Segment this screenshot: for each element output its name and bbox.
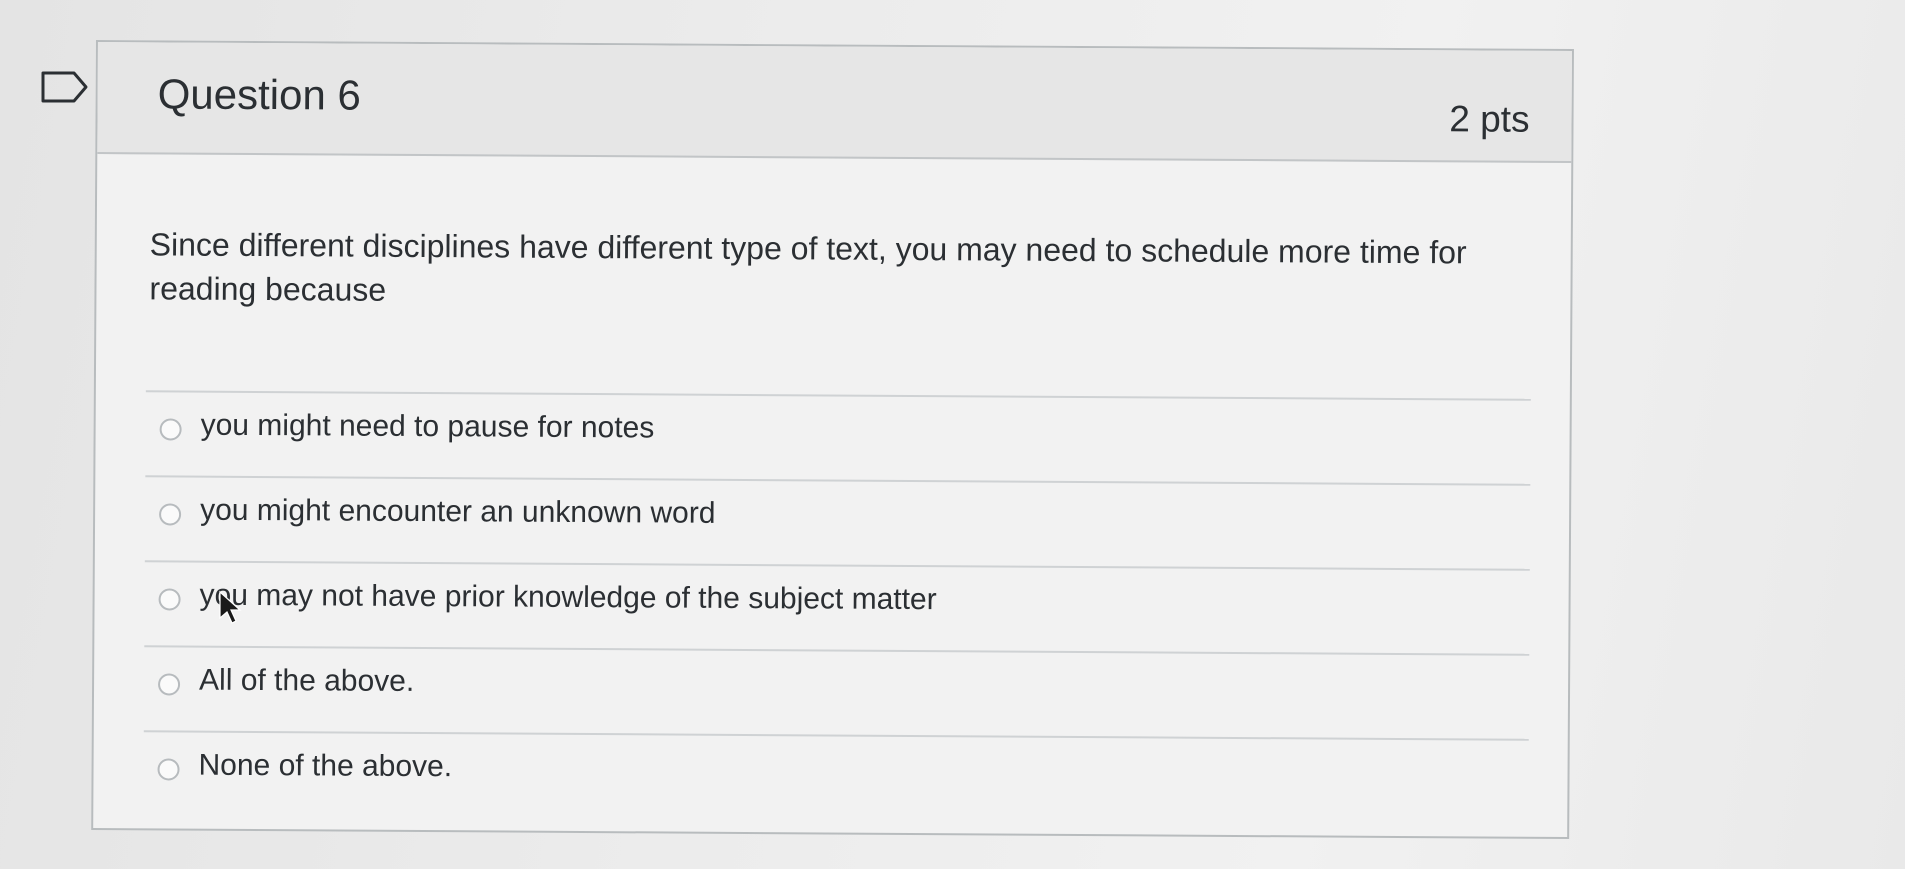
answer-option[interactable]: you might need to pause for notes xyxy=(145,390,1531,484)
answer-option[interactable]: None of the above. xyxy=(143,730,1529,824)
mouse-pointer-icon xyxy=(219,590,242,624)
radio-button-icon[interactable] xyxy=(158,588,181,611)
answer-list: you might need to pause for notes you mi… xyxy=(143,390,1531,824)
answer-option[interactable]: All of the above. xyxy=(143,645,1530,739)
answer-label[interactable]: All of the above. xyxy=(199,664,414,699)
question-points: 2 pts xyxy=(1449,98,1530,140)
question-title: Question 6 xyxy=(157,70,361,119)
radio-button-icon[interactable] xyxy=(157,673,181,696)
question-card: Question 6 2 pts Since different discipl… xyxy=(91,40,1574,840)
answer-label[interactable]: you might need to pause for notes xyxy=(201,409,655,446)
question-text: Since different disciplines have differe… xyxy=(149,226,1467,308)
radio-button-icon[interactable] xyxy=(159,503,182,526)
answer-option[interactable]: you might encounter an unknown word xyxy=(144,475,1531,569)
answer-label[interactable]: you may not have prior knowledge of the … xyxy=(200,579,937,618)
radio-button-icon[interactable] xyxy=(157,758,180,781)
radio-button-icon[interactable] xyxy=(159,418,182,441)
answer-option[interactable]: you may not have prior knowledge of the … xyxy=(144,560,1530,654)
answer-label[interactable]: you might encounter an unknown word xyxy=(200,494,716,531)
question-header: Question 6 2 pts xyxy=(97,42,1572,164)
flag-question-icon[interactable] xyxy=(40,70,90,104)
answer-label[interactable]: None of the above. xyxy=(198,749,452,785)
